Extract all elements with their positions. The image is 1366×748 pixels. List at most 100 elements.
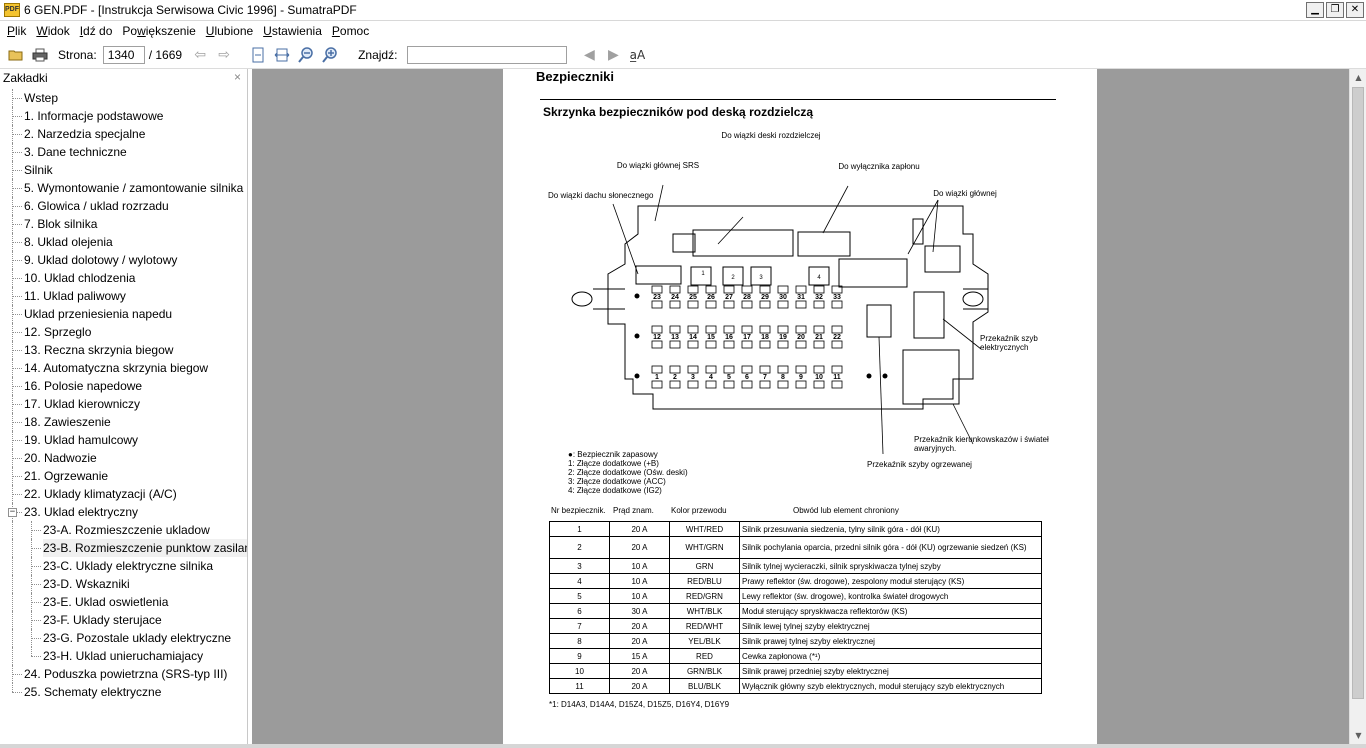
bookmark-item[interactable]: Silnik	[0, 161, 247, 179]
menu-item[interactable]: Ustawienia	[258, 24, 327, 38]
fuse-slot	[723, 340, 735, 349]
bookmark-subitem[interactable]: 23-D. Wskazniki	[0, 575, 247, 593]
zoom-in-icon[interactable]	[321, 46, 339, 64]
find-input[interactable]	[407, 45, 568, 64]
bookmark-label: 22. Uklady klimatyzacji (A/C)	[24, 487, 177, 501]
fuse-number: 25	[689, 294, 697, 301]
bookmark-item[interactable]: 7. Blok silnika	[0, 215, 247, 233]
open-icon[interactable]	[7, 46, 25, 64]
table-cell: 30 A	[609, 603, 670, 619]
bookmark-item[interactable]: 13. Reczna skrzynia biegow	[0, 341, 247, 359]
find-next-icon[interactable]: ▶	[604, 46, 622, 64]
bookmark-item[interactable]: Wstep	[0, 89, 247, 107]
bookmarks-tree: Wstep 1. Informacje podstawowe 2. Narzedzi…	[0, 89, 247, 701]
fuse-slot	[759, 365, 771, 374]
bookmark-subitem[interactable]: 23-C. Uklady elektryczne silnika	[0, 557, 247, 575]
footnote: *1: D14A3, D14A4, D15Z4, D15Z5, D16Y4, D…	[549, 700, 730, 709]
col-header-circuit: Obwód lub element chroniony	[793, 506, 899, 515]
bookmark-subitem[interactable]: 23-A. Rozmieszczenie ukladow	[0, 521, 247, 539]
menu-item[interactable]: Powiększenie	[117, 24, 200, 38]
bookmark-item[interactable]: Uklad przeniesienia napedu	[0, 305, 247, 323]
connector-num: 2	[731, 275, 735, 281]
menu-item[interactable]: Pomoc	[327, 24, 374, 38]
page-number-input[interactable]	[102, 45, 145, 64]
fuse-number: 13	[671, 334, 679, 341]
bookmark-item[interactable]: 1. Informacje podstawowe	[0, 107, 247, 125]
bookmark-item[interactable]: 21. Ogrzewanie	[0, 467, 247, 485]
menu-item[interactable]: Widok	[31, 24, 74, 38]
print-icon[interactable]	[31, 46, 49, 64]
bookmark-item[interactable]: 2. Narzedzia specjalne	[0, 125, 247, 143]
collapse-icon[interactable]: −	[8, 508, 17, 517]
bookmark-item[interactable]: 18. Zawieszenie	[0, 413, 247, 431]
bookmark-item[interactable]: 5. Wymontowanie / zamontowanie silnika	[0, 179, 247, 197]
restore-button[interactable]: ❐	[1326, 2, 1344, 18]
bookmark-item[interactable]: 10. Uklad chlodzenia	[0, 269, 247, 287]
fuse-slot	[777, 325, 789, 334]
minimize-button[interactable]: ▁	[1306, 2, 1324, 18]
fit-width-icon[interactable]	[273, 46, 291, 64]
table-cell: WHT/RED	[669, 521, 740, 537]
bookmark-item[interactable]: 6. Glowica / uklad rozrzadu	[0, 197, 247, 215]
fuse-slot	[777, 380, 789, 389]
bookmark-item[interactable]: 3. Dane techniczne	[0, 143, 247, 161]
bookmark-subitem[interactable]: 23-H. Uklad unieruchamiajacy	[0, 647, 247, 665]
fuse-slot	[705, 300, 717, 309]
bookmark-item[interactable]: 16. Polosie napedowe	[0, 377, 247, 395]
match-case-icon[interactable]: a̲A	[628, 46, 646, 64]
bookmark-item[interactable]: 11. Uklad paliwowy	[0, 287, 247, 305]
table-cell: 20 A	[609, 678, 670, 694]
table-cell: Lewy reflektor (św. drogowe), kontrolka …	[739, 588, 1042, 604]
scroll-down-icon[interactable]: ▼	[1350, 727, 1366, 744]
connector-num: 3	[759, 275, 763, 281]
forward-icon[interactable]: ⇨	[215, 46, 233, 64]
bookmark-subitem[interactable]: 23-F. Uklady sterujace	[0, 611, 247, 629]
table-cell: Silnik lewej tylnej szyby elektrycznej	[739, 618, 1042, 634]
fuse-slot	[831, 325, 843, 334]
menu-item[interactable]: Ulubione	[201, 24, 258, 38]
bookmark-item[interactable]: 24. Poduszka powietrzna (SRS-typ III)	[0, 665, 247, 683]
fuse-number: 11	[833, 374, 841, 381]
bookmark-item[interactable]: 14. Automatyczna skrzynia biegow	[0, 359, 247, 377]
bookmark-subitem[interactable]: 23-E. Uklad oswietlenia	[0, 593, 247, 611]
bookmark-item[interactable]: 25. Schematy elektryczne	[0, 683, 247, 701]
fuse-number: 21	[815, 334, 823, 341]
bookmark-label: 19. Uklad hamulcowy	[24, 433, 139, 447]
bookmark-subitem[interactable]: 23-G. Pozostale uklady elektryczne	[0, 629, 247, 647]
bookmark-item[interactable]: 22. Uklady klimatyzacji (A/C)	[0, 485, 247, 503]
close-icon[interactable]: ×	[234, 70, 241, 84]
table-row: 6 30 A WHT/BLK Moduł sterujący spryskiwacza…	[549, 603, 1042, 619]
zoom-out-icon[interactable]	[297, 46, 315, 64]
bookmark-item[interactable]: −23. Uklad elektryczny	[0, 503, 247, 521]
fuse-number: 17	[743, 334, 751, 341]
label-defrost-relay: Przekaźnik szyby ogrzewanej	[867, 460, 972, 469]
back-icon[interactable]: ⇦	[191, 46, 209, 64]
bookmark-item[interactable]: 9. Uklad dolotowy / wylotowy	[0, 251, 247, 269]
bookmark-item[interactable]: 12. Sprzeglo	[0, 323, 247, 341]
fuse-slot	[741, 300, 753, 309]
heading-rule	[540, 99, 1056, 100]
bookmark-item[interactable]: 20. Nadwozie	[0, 449, 247, 467]
scroll-thumb[interactable]	[1352, 87, 1364, 699]
fuse-slot	[723, 300, 735, 309]
bookmark-item[interactable]: 17. Uklad kierowniczy	[0, 395, 247, 413]
bookmark-item[interactable]: 19. Uklad hamulcowy	[0, 431, 247, 449]
table-cell: GRN/BLK	[669, 663, 740, 679]
fuse-number: 16	[725, 334, 733, 341]
label-srs-harness: Do wiązki głównej SRS	[617, 161, 699, 170]
fit-page-icon[interactable]	[249, 46, 267, 64]
vertical-scrollbar[interactable]: ▲ ▼	[1349, 69, 1366, 744]
window-controls: ▁ ❐ ✕	[1306, 2, 1364, 18]
label-sunroof-harness: Do wiązki dachu słonecznego	[548, 191, 654, 200]
bookmark-subitem[interactable]: 23-B. Rozmieszczenie punktow zasilani	[0, 539, 247, 557]
bookmark-item[interactable]: 8. Uklad olejenia	[0, 233, 247, 251]
menu-item[interactable]: Idź do	[75, 24, 118, 38]
fuse-slot	[741, 340, 753, 349]
legend-item: 4: Złącze dodatkowe (IG2)	[568, 486, 662, 495]
close-button[interactable]: ✕	[1346, 2, 1364, 18]
bookmark-label: 5. Wymontowanie / zamontowanie silnika	[24, 181, 244, 195]
document-view[interactable]: Bezpieczniki Skrzynka bezpieczników pod …	[252, 69, 1349, 744]
menu-item[interactable]: Plik	[2, 24, 31, 38]
scroll-up-icon[interactable]: ▲	[1350, 69, 1366, 86]
find-prev-icon[interactable]: ◀	[580, 46, 598, 64]
